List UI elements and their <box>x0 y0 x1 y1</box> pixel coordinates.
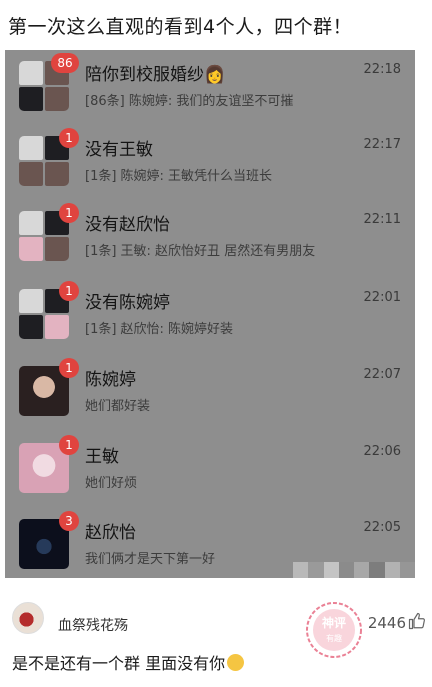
unread-badge: 1 <box>59 358 79 378</box>
unread-badge: 1 <box>59 281 79 301</box>
chat-title: 王敏 <box>85 447 119 467</box>
chat-title: 陪你到校服婚纱👩 <box>85 65 226 85</box>
thumbs-up-icon[interactable] <box>408 612 426 630</box>
comment-block: 血祭残花殇 2446 是不是还有一个群 里面没有你 <box>0 590 432 687</box>
mosaic-blur <box>293 562 415 578</box>
chat-row-group-4[interactable]: 1 没有陈婉婷 [1条] 赵欣怡: 陈婉婷好装 22:01 <box>5 278 415 353</box>
chat-time: 22:05 <box>363 520 401 535</box>
unread-badge: 1 <box>59 203 79 223</box>
person-avatar: 1 <box>19 358 79 416</box>
group-avatar: 86 <box>19 53 79 111</box>
chat-preview: [1条] 陈婉婷: 王敏凭什么当班长 <box>85 169 273 184</box>
chat-preview: [1条] 王敏: 赵欣怡好丑 居然还有男朋友 <box>85 244 316 259</box>
chat-title: 没有赵欣怡 <box>85 215 170 235</box>
stamp-line-2: 有趣 <box>326 633 342 643</box>
group-avatar: 1 <box>19 281 79 339</box>
chat-title: 赵欣怡 <box>85 523 136 543</box>
chat-list-screenshot: 86 陪你到校服婚纱👩 [86条] 陈婉婷: 我们的友谊坚不可摧 22:18 1… <box>5 50 415 578</box>
post-caption: 第一次这么直观的看到4个人，四个群！ <box>8 16 353 38</box>
chat-title: 没有王敏 <box>85 140 153 160</box>
group-avatar: 1 <box>19 203 79 261</box>
top-comment-stamp-icon: 神评 有趣 <box>306 602 362 658</box>
chat-row-person-1[interactable]: 1 陈婉婷 她们都好装 22:07 <box>5 355 415 430</box>
unread-badge: 3 <box>59 511 79 531</box>
like-count: 2446 <box>367 614 406 632</box>
commenter-avatar[interactable] <box>12 602 44 634</box>
person-avatar: 1 <box>19 435 79 493</box>
chat-title: 没有陈婉婷 <box>85 293 170 313</box>
chat-preview: [1条] 赵欣怡: 陈婉婷好装 <box>85 322 234 337</box>
rofl-emoji-icon <box>227 654 245 671</box>
chat-row-group-2[interactable]: 1 没有王敏 [1条] 陈婉婷: 王敏凭什么当班长 22:17 <box>5 125 415 200</box>
chat-time: 22:17 <box>363 137 401 152</box>
person-avatar: 3 <box>19 511 79 569</box>
woman-emoji-icon: 👩 <box>204 65 226 85</box>
group-avatar: 1 <box>19 128 79 186</box>
chat-preview: 她们好烦 <box>85 476 138 491</box>
chat-preview: [86条] 陈婉婷: 我们的友谊坚不可摧 <box>85 94 294 109</box>
unread-badge: 1 <box>59 128 79 148</box>
chat-time: 22:07 <box>363 367 401 382</box>
stamp-line-1: 神评 <box>322 615 346 630</box>
unread-badge: 86 <box>51 53 79 73</box>
commenter-username[interactable]: 血祭残花殇 <box>58 615 128 635</box>
chat-row-group-1[interactable]: 86 陪你到校服婚纱👩 [86条] 陈婉婷: 我们的友谊坚不可摧 22:18 <box>5 50 415 125</box>
chat-title: 陈婉婷 <box>85 370 136 390</box>
chat-row-group-3[interactable]: 1 没有赵欣怡 [1条] 王敏: 赵欣怡好丑 居然还有男朋友 22:11 <box>5 200 415 275</box>
chat-row-person-2[interactable]: 1 王敏 她们好烦 22:06 <box>5 432 415 507</box>
unread-badge: 1 <box>59 435 79 455</box>
comment-text: 是不是还有一个群 里面没有你 <box>12 650 245 674</box>
chat-preview: 她们都好装 <box>85 399 151 414</box>
chat-time: 22:06 <box>363 444 401 459</box>
chat-time: 22:11 <box>363 212 401 227</box>
chat-preview: 我们俩才是天下第一好 <box>85 552 216 567</box>
chat-time: 22:18 <box>363 62 401 77</box>
chat-time: 22:01 <box>363 290 401 305</box>
